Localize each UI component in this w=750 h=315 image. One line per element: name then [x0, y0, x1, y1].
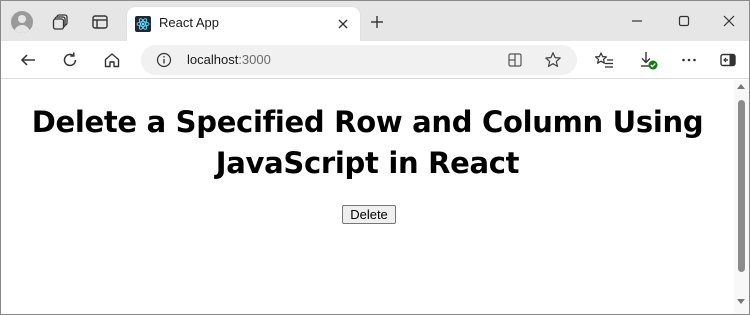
- favorites-list-icon[interactable]: [591, 47, 617, 73]
- info-icon[interactable]: [155, 51, 173, 69]
- refresh-icon[interactable]: [57, 47, 83, 73]
- split-screen-icon[interactable]: [505, 50, 525, 70]
- workspaces-icon[interactable]: [49, 10, 73, 34]
- url-text: localhost:3000: [187, 52, 271, 67]
- close-icon[interactable]: [715, 9, 743, 33]
- scroll-down-arrow-icon[interactable]: [737, 299, 745, 304]
- vertical-tabs-icon[interactable]: [88, 10, 112, 34]
- home-icon[interactable]: [99, 47, 125, 73]
- scroll-up-arrow-icon[interactable]: [737, 84, 745, 89]
- back-arrow-icon[interactable]: [15, 47, 41, 73]
- browser-toolbar: localhost:3000: [1, 41, 749, 79]
- maximize-icon[interactable]: [670, 9, 698, 33]
- tab-title: React App: [159, 15, 219, 30]
- tab-react-app[interactable]: React App: [127, 7, 360, 41]
- vertical-scrollbar[interactable]: [734, 80, 749, 314]
- browser-window: React App localhost:3000 Delete a Specif…: [0, 0, 750, 315]
- address-bar[interactable]: localhost:3000: [141, 45, 577, 75]
- scrollbar-thumb[interactable]: [738, 100, 745, 272]
- tab-close-icon[interactable]: [334, 15, 352, 33]
- url-port: :3000: [238, 52, 271, 67]
- downloads-icon[interactable]: [635, 47, 661, 73]
- url-host: localhost: [187, 52, 239, 67]
- profile-avatar[interactable]: [11, 11, 33, 33]
- delete-button[interactable]: Delete: [342, 205, 396, 224]
- sidebar-icon[interactable]: [715, 47, 741, 73]
- tab-strip: React App: [1, 1, 749, 41]
- page-title: Delete a Specified Row and Column Using …: [31, 105, 704, 180]
- page-viewport: Delete a Specified Row and Column Using …: [1, 80, 734, 314]
- favorite-star-icon[interactable]: [543, 50, 563, 70]
- more-options-icon[interactable]: [676, 47, 702, 73]
- react-logo-icon: [135, 16, 151, 32]
- plus-icon[interactable]: [365, 10, 389, 34]
- minimize-icon[interactable]: [623, 9, 651, 33]
